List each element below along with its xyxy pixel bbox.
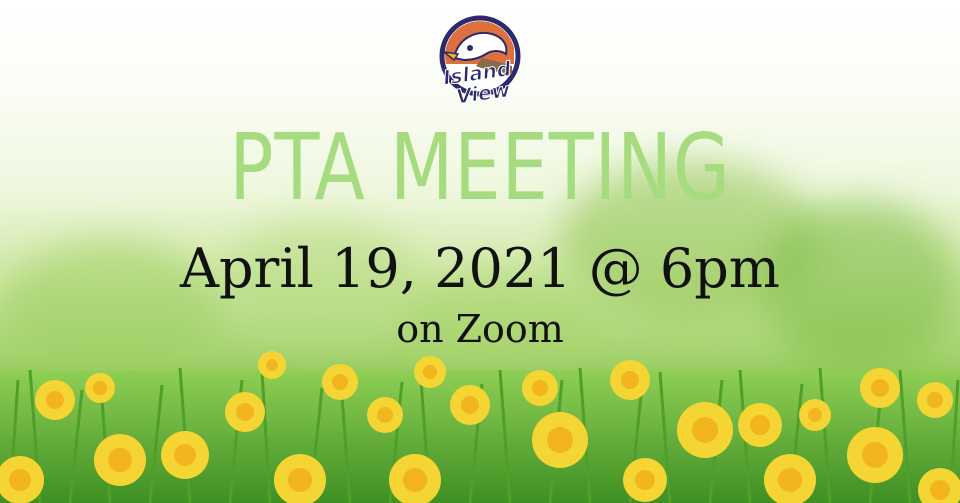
daffodil-flower: [258, 351, 286, 379]
daffodil-flower: [85, 373, 115, 403]
daffodil-flower: [623, 458, 667, 502]
meeting-date-time: April 19, 2021 @ 6pm: [179, 237, 780, 300]
daffodil-flower: [860, 368, 900, 408]
daffodil-field-illustration: [0, 351, 960, 503]
daffodil-flower: [677, 402, 733, 458]
daffodil-flower: [414, 356, 446, 388]
daffodil-flower: [94, 434, 146, 486]
eagle-logo-icon: Island View: [439, 15, 521, 109]
daffodil-flower: [367, 397, 403, 433]
daffodil-flower: [917, 382, 953, 418]
daffodil-flower: [322, 364, 358, 400]
daffodil-flower: [161, 431, 209, 479]
daffodil-flower: [799, 399, 831, 431]
daffodil-flower: [35, 380, 75, 420]
daffodil-flower: [225, 392, 265, 432]
daffodil-flower: [522, 370, 558, 406]
island-view-logo: Island View: [432, 14, 528, 110]
daffodil-flower: [450, 385, 490, 425]
daffodil-flower: [532, 412, 588, 468]
headline: PTA MEETING: [229, 114, 731, 221]
daffodil-flower: [610, 360, 650, 400]
flyer-canvas: Island View PTA MEETING April 19, 2021 @…: [0, 0, 960, 503]
daffodil-flower: [847, 427, 903, 483]
daffodil-flower: [738, 403, 782, 447]
